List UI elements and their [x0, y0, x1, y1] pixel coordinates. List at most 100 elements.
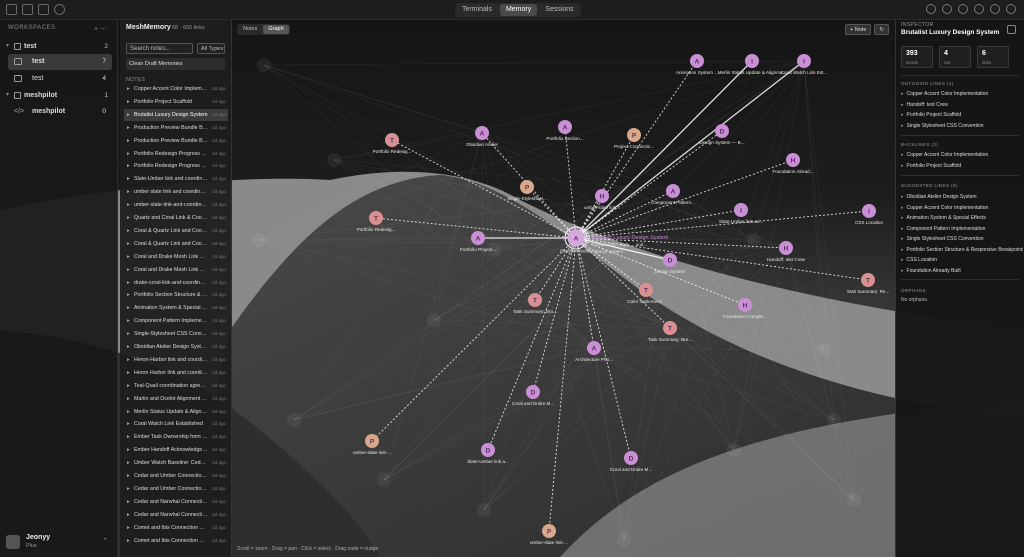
download-icon[interactable] [990, 4, 1000, 14]
note-list-item[interactable]: ▸ Umber Watch Baseline: Cedar I... 2d ago [124, 457, 228, 469]
inspector-link-item[interactable]: ▸ Portfolio Section Structure & Responsiv… [901, 245, 1023, 255]
settings-icon[interactable] [958, 4, 968, 14]
note-list-item[interactable]: ▸ Ember Handoff Acknowledged fr... 2d ago [124, 444, 228, 456]
tab-memory[interactable]: Memory [499, 4, 538, 16]
note-list-item[interactable]: ▸ Comet and Ibis Connection Esta... 2d ago [124, 535, 228, 547]
refresh-icon[interactable]: ↻ [874, 24, 889, 35]
workspace-meshpilot[interactable]: ▾ meshpilot 1 [4, 89, 114, 102]
tab-notes[interactable]: Notes [238, 25, 262, 34]
sidebar-toggle-icon[interactable] [6, 4, 17, 15]
graph-node[interactable]: H Foundation Comple... [723, 298, 767, 319]
note-list-item[interactable]: ▸ Heron-Harbor link and coordinati... 2d a… [124, 354, 228, 366]
graph-node[interactable]: D Design System [655, 253, 686, 274]
graph-node[interactable]: T Color Implement... [627, 283, 665, 304]
inspector-link-item[interactable]: ▸ Copper Accent Color Implementation [901, 150, 1023, 160]
note-list-item[interactable]: ▸ Teal-Quail coordination agreement 2d ago [124, 380, 228, 392]
graph-node[interactable]: T Task Summary: Re... [847, 273, 890, 294]
tab-terminals[interactable]: Terminals [456, 4, 498, 16]
inspector-link-item[interactable]: ▸ Portfolio Project Scaffold [901, 161, 1023, 171]
inspector-link-item[interactable]: ▸ Portfolio Project Scaffold [901, 110, 1023, 120]
note-list-item[interactable]: ▸ Portfolio Redesign Progress — ... 2d ago [124, 160, 228, 172]
note-list-item[interactable]: ▸ Quartz and Coral Link & Coordi... 2d ago [124, 212, 228, 224]
note-list-item[interactable]: ▸ Coral and Drake Mesh Link & 1... 2d ago [124, 251, 228, 263]
inspector-link-item[interactable]: ▸ Single Stylesheet CSS Convention [901, 234, 1023, 244]
layout-icon[interactable] [22, 4, 33, 15]
memory-graph[interactable]: AObsidian Atelier AAnimation System ...IM… [234, 20, 893, 557]
note-list-item[interactable]: ▸ umber slate link and coordinatio... 2d a… [124, 186, 228, 198]
note-list-item[interactable]: ▸ Copper Accent Color Implement... 2d ago [124, 83, 228, 95]
inspector-link-item[interactable]: ▸ Single Stylesheet CSS Convention [901, 121, 1023, 131]
search-input[interactable]: Search notes... [126, 43, 193, 54]
user-menu[interactable]: Jeonyy Plus ⌃ [6, 533, 112, 551]
session-test-1[interactable]: test 7 [8, 54, 112, 70]
graph-node[interactable]: A Obsidian Atelier [466, 126, 499, 147]
graph-node[interactable]: D Coral and Drake M... [610, 451, 652, 472]
graph-node[interactable]: P Single-Stylesheet... [507, 180, 547, 201]
graph-node[interactable]: A Animation System ... [676, 54, 718, 75]
note-list-item[interactable]: ▸ Slate-Umber link and coordinati... 2d ag… [124, 173, 228, 185]
graph-node[interactable]: T Portfolio Redesig... [357, 211, 396, 232]
graph-node[interactable]: H Handoff: test Crew [767, 241, 806, 262]
inspector-link-item[interactable]: ▸ Foundation Already Built [901, 266, 1023, 276]
tab-graph[interactable]: Graph [263, 25, 289, 34]
note-list-item[interactable]: ▸ Single-Stylesheet CSS Conven... 2d ago [124, 328, 228, 340]
note-list-item[interactable]: ▸ umber-slate-link-and-coordinatio... 2d a… [124, 199, 228, 211]
session-meshpilot[interactable]: </> meshpilot 0 [8, 104, 112, 120]
inspector-link-item[interactable]: ▸ Component Pattern Implementation [901, 224, 1023, 234]
note-list-item[interactable]: ▸ Production Preview Bundle Buil... 2d ago [124, 135, 228, 147]
note-list-item[interactable]: ▸ Marlin and Ocelot Alignment W... 2d ago [124, 393, 228, 405]
note-list-item[interactable]: ▸ Coral Watch Link Established 2d ago [124, 418, 228, 430]
search-icon[interactable] [54, 4, 65, 15]
graph-view[interactable]: A Obsidian Atelier A Animation System ... I M… [234, 20, 893, 557]
clean-draft-button[interactable]: Clean Draft Memories [126, 58, 225, 70]
cloud-icon[interactable] [926, 4, 936, 14]
note-list-item[interactable]: ▸ Portfolio Project Scaffold 2d ago [124, 96, 228, 108]
note-list-item[interactable]: ▸ Cedar and Narwhal Connection ... 2d ago [124, 496, 228, 508]
note-list-item[interactable]: ▸ Component Pattern Implementat... 2d ago [124, 315, 228, 327]
note-list-item[interactable]: ▸ Comet and Ibis Connection Esta... 2d ago [124, 522, 228, 534]
note-list-item[interactable]: ▸ Brutalist Luxury Design System 2d ago [124, 108, 228, 121]
note-list-item[interactable]: ▸ Portfolio Section Structure & R... 2d ag… [124, 289, 228, 301]
graph-node[interactable]: Pumber-slate-link-... [530, 524, 568, 545]
tab-sessions[interactable]: Sessions [539, 4, 579, 16]
note-list-item[interactable]: ▸ Cedar and Narwhal Connection Esta... 2d … [124, 509, 228, 521]
graph-node[interactable]: H Foundation Alread... [772, 153, 814, 174]
inspector-link-item[interactable]: ▸ CSS Location [901, 255, 1023, 265]
note-list-item[interactable]: ▸ Portfolio Redesign Progress — ... 2d ago [124, 148, 228, 160]
note-list-item[interactable]: ▸ Cedar and Umber Connection E... 2d ago [124, 470, 228, 482]
graph-node[interactable]: A Portfolio Project... [460, 231, 496, 252]
bell-icon[interactable] [942, 4, 952, 14]
add-workspace-icon[interactable]: + ⋯ [94, 25, 107, 33]
new-note-button[interactable]: + Note [845, 24, 872, 35]
graph-node[interactable]: P Project Connectio... [614, 128, 654, 149]
graph-node[interactable]: A Component Pattern... [651, 184, 695, 205]
inspector-link-item[interactable]: ▸ Animation System & Special Effects [901, 213, 1023, 223]
note-list-item[interactable]: ▸ Coral and Drake Mesh Link & T... 2d ago [124, 264, 228, 276]
graph-node[interactable]: I Slate-Umber link an... [719, 203, 763, 224]
note-list-item[interactable]: ▸ Coral & Quartz Link and Coordi... 2d ago [124, 238, 228, 250]
workspace-test[interactable]: ▾ test 2 [4, 40, 114, 53]
note-list-item[interactable]: ▸ Production Preview Bundle Buil... 2d ago [124, 122, 228, 134]
graph-node[interactable]: A Portfolio Section... [546, 120, 584, 141]
note-list-item[interactable]: ▸ Heron Harbor link and coordina... 2d ago [124, 367, 228, 379]
window-icon[interactable] [1006, 4, 1016, 14]
note-list-item[interactable]: ▸ Ember Task Ownership from Me... 2d ago [124, 431, 228, 443]
sync-icon[interactable] [974, 4, 984, 14]
grid-icon[interactable] [38, 4, 49, 15]
note-list-item[interactable]: ▸ Animation System & Special Ef... 2d ago [124, 302, 228, 314]
note-list-item[interactable]: ▸ Merlin Status Update & Alignme... 2d ago [124, 406, 228, 418]
graph-node[interactable]: I Merlin Status Update & Alignme... [718, 54, 787, 75]
inspector-link-item[interactable]: ▸ Obsidian Atelier Design System [901, 192, 1023, 202]
note-list-item[interactable]: ▸ Coral & Quartz Link and Coordi... 2d ago [124, 225, 228, 237]
close-icon[interactable] [1007, 25, 1016, 34]
inspector-link-item[interactable]: ▸ Copper Accent Color Implementation [901, 89, 1023, 99]
inspector-link-item[interactable]: ▸ Handoff: test Crew [901, 100, 1023, 110]
graph-node[interactable]: I CSS Location [855, 204, 884, 225]
graph-node[interactable]: Pumber-slate-link-... [353, 434, 391, 455]
inspector-link-item[interactable]: ▸ Copper Accent Color Implementation [901, 203, 1023, 213]
note-list-item[interactable]: ▸ Cedar and Umber Connection E... 2d ago [124, 483, 228, 495]
type-filter-select[interactable]: All Types [197, 43, 225, 54]
note-list-item[interactable]: ▸ Obsidian Atelier Design System 2d ago [124, 341, 228, 353]
session-test-2[interactable]: test 4 [8, 71, 112, 87]
note-list-item[interactable]: ▸ drake-coral-link-and-coordination 2d ago [124, 277, 228, 289]
